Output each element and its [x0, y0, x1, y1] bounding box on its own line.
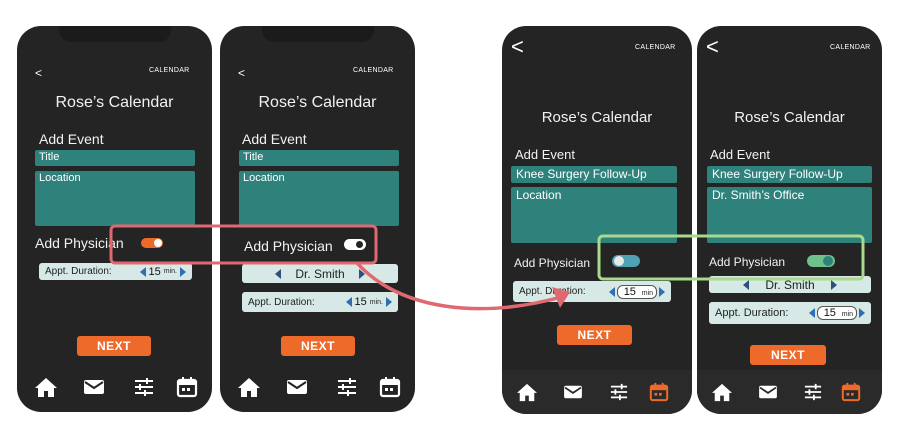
- add-event-heading: Add Event: [242, 131, 307, 147]
- appt-duration-stepper[interactable]: Appt. Duration: 15 min.: [242, 292, 398, 312]
- sliders-icon[interactable]: [334, 374, 360, 400]
- calendar-icon[interactable]: [646, 379, 672, 405]
- appt-duration-box[interactable]: 15 min: [616, 284, 657, 299]
- mail-icon[interactable]: [560, 379, 586, 405]
- appt-duration-label: Appt. Duration:: [519, 286, 586, 297]
- back-button[interactable]: <: [35, 66, 42, 80]
- calendar-link[interactable]: CALENDAR: [353, 67, 394, 74]
- appt-duration-unit: min.: [369, 298, 383, 306]
- sliders-icon[interactable]: [131, 374, 157, 400]
- location-field[interactable]: Location: [239, 171, 399, 226]
- title-field[interactable]: Knee Surgery Follow-Up: [707, 166, 872, 183]
- appt-duration-unit: min.: [163, 268, 177, 275]
- next-button[interactable]: NEXT: [77, 336, 151, 356]
- physician-value: Dr. Smith: [765, 277, 815, 292]
- page-title: Rose’s Calendar: [55, 94, 174, 111]
- next-button[interactable]: NEXT: [281, 336, 355, 356]
- physician-toggle[interactable]: [141, 238, 163, 248]
- calendar-link[interactable]: CALENDAR: [635, 44, 676, 51]
- appt-duration-stepper[interactable]: Appt. Duration: 15 min.: [39, 263, 192, 280]
- add-physician-label: Add Physician: [35, 235, 124, 251]
- appt-duration-label: Appt. Duration:: [248, 296, 315, 308]
- home-icon[interactable]: [709, 379, 735, 405]
- calendar-icon[interactable]: [174, 374, 200, 400]
- physician-selector[interactable]: Dr. Smith: [709, 276, 871, 293]
- title-field[interactable]: Knee Surgery Follow-Up: [511, 166, 677, 183]
- add-event-heading: Add Event: [39, 131, 104, 147]
- phone-notch: [58, 26, 171, 42]
- sliders-icon[interactable]: [606, 379, 632, 405]
- physician-value: Dr. Smith: [295, 266, 345, 281]
- appt-duration-value: 15: [623, 285, 636, 298]
- increase-arrow-icon[interactable]: [386, 297, 392, 307]
- increase-arrow-icon[interactable]: [859, 308, 865, 318]
- page-title: Rose’s Calendar: [541, 109, 653, 126]
- tab-bar: [502, 370, 692, 414]
- home-icon[interactable]: [514, 379, 540, 405]
- phone-screen-4: < CALENDAR Rose’s Calendar Add Event Kne…: [697, 26, 882, 414]
- tab-bar: [697, 370, 882, 414]
- physician-toggle[interactable]: [807, 255, 835, 267]
- home-icon[interactable]: [236, 374, 262, 400]
- appt-duration-label: Appt. Duration:: [45, 266, 112, 277]
- add-physician-label: Add Physician: [709, 255, 786, 269]
- calendar-icon[interactable]: [838, 379, 864, 405]
- mail-icon[interactable]: [284, 374, 310, 400]
- prev-physician-icon[interactable]: [275, 268, 282, 279]
- tab-bar: [17, 364, 212, 412]
- decrease-arrow-icon[interactable]: [345, 297, 352, 307]
- location-field[interactable]: Location: [35, 171, 195, 226]
- physician-toggle[interactable]: [344, 239, 366, 250]
- calendar-link[interactable]: CALENDAR: [149, 67, 190, 74]
- back-button[interactable]: <: [511, 34, 524, 60]
- phone-notch: [261, 26, 374, 42]
- phone-screen-2: < CALENDAR Rose’s Calendar Add Event Tit…: [220, 26, 415, 412]
- add-physician-label: Add Physician: [514, 256, 591, 270]
- calendar-link[interactable]: CALENDAR: [830, 44, 871, 51]
- decrease-arrow-icon[interactable]: [139, 266, 146, 277]
- add-event-heading: Add Event: [710, 147, 770, 162]
- back-button[interactable]: <: [238, 66, 245, 80]
- next-button[interactable]: NEXT: [557, 325, 632, 345]
- next-physician-icon[interactable]: [358, 268, 365, 279]
- mail-icon[interactable]: [81, 374, 107, 400]
- physician-selector[interactable]: Dr. Smith: [242, 264, 398, 283]
- next-physician-icon[interactable]: [830, 279, 837, 290]
- appt-duration-value: 15: [148, 265, 161, 278]
- appt-duration-stepper[interactable]: Appt. Duration: 15 min: [709, 302, 871, 324]
- back-button[interactable]: <: [706, 34, 719, 60]
- appt-duration-value: 15: [354, 296, 367, 308]
- add-physician-label: Add Physician: [244, 238, 333, 254]
- phone-screen-1: < CALENDAR Rose’s Calendar Add Event Tit…: [17, 26, 212, 412]
- physician-toggle[interactable]: [612, 255, 640, 267]
- title-field[interactable]: Title: [35, 150, 195, 166]
- appt-duration-label: Appt. Duration:: [715, 307, 789, 319]
- page-title: Rose’s Calendar: [734, 109, 845, 126]
- prev-physician-icon[interactable]: [743, 279, 750, 290]
- add-event-heading: Add Event: [515, 147, 575, 162]
- appt-duration-stepper[interactable]: Appt. Duration: 15 min: [513, 281, 671, 302]
- appt-duration-unit: min: [841, 311, 853, 318]
- appt-duration-value: 15: [823, 307, 836, 319]
- title-field[interactable]: Title: [239, 150, 399, 166]
- page-title: Rose’s Calendar: [258, 94, 377, 111]
- next-button[interactable]: NEXT: [750, 345, 826, 365]
- decrease-arrow-icon[interactable]: [608, 286, 615, 297]
- calendar-icon[interactable]: [377, 374, 403, 400]
- location-field[interactable]: Location: [511, 187, 677, 243]
- increase-arrow-icon[interactable]: [659, 286, 665, 297]
- phone-screen-3: < CALENDAR Rose’s Calendar Add Event Kne…: [502, 26, 692, 414]
- sliders-icon[interactable]: [800, 379, 826, 405]
- tab-bar: [220, 364, 415, 412]
- appt-duration-unit: min: [641, 289, 653, 297]
- appt-duration-box[interactable]: 15 min: [816, 306, 857, 320]
- decrease-arrow-icon[interactable]: [808, 308, 815, 318]
- location-field[interactable]: Dr. Smith’s Office: [707, 187, 872, 243]
- increase-arrow-icon[interactable]: [180, 266, 186, 277]
- home-icon[interactable]: [33, 374, 59, 400]
- mail-icon[interactable]: [755, 379, 781, 405]
